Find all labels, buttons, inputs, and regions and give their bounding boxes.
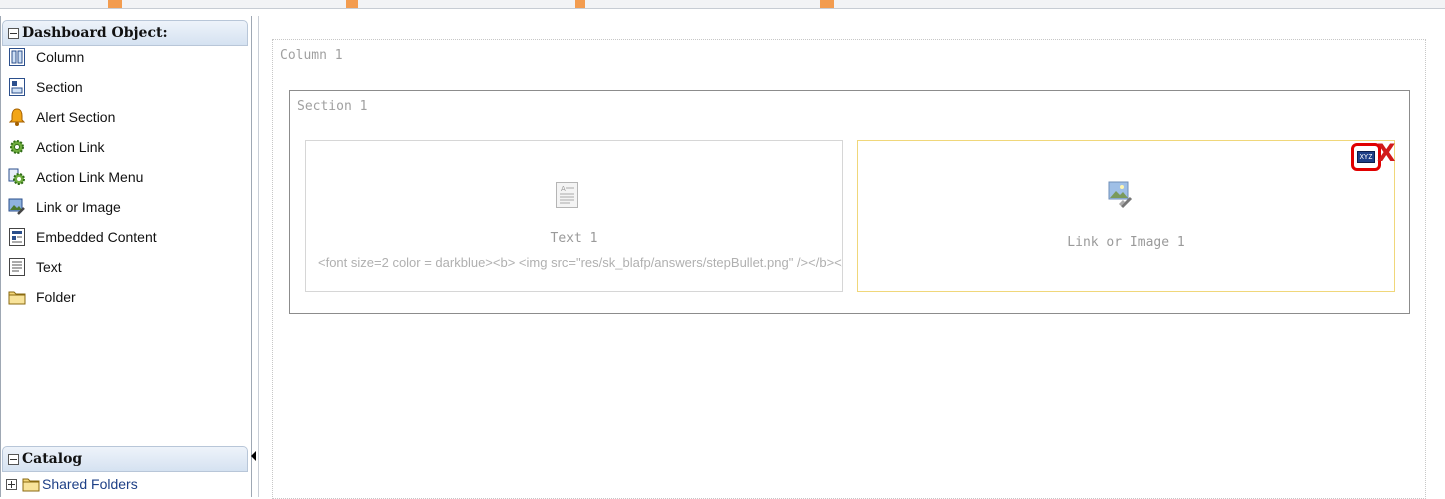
embedded-content-icon [8,228,26,246]
catalog-header[interactable]: Catalog [2,446,248,472]
object-item-text[interactable]: Text [2,252,248,282]
text-object[interactable]: A Text 1 <font size=2 color = darkblue><… [305,140,843,292]
object-item-link-or-image[interactable]: Link or Image [2,192,248,222]
catalog-title: Catalog [22,451,83,467]
top-accent [346,0,358,8]
properties-icon[interactable]: XYZ [1357,151,1375,163]
dashboard-objects-title: Dashboard Object: [22,25,168,41]
object-label: Link or Image [36,199,121,215]
expand-icon[interactable] [6,478,17,490]
object-label: Alert Section [36,109,116,125]
object-label: Folder [36,289,76,305]
object-label: Section [36,79,83,95]
top-accent [820,0,834,8]
collapse-icon[interactable] [8,453,19,465]
link-image-object[interactable]: Link or Image 1 [857,140,1395,292]
object-item-embedded-content[interactable]: Embedded Content [2,222,248,252]
top-accent [108,0,122,8]
object-item-folder[interactable]: Folder [2,282,248,312]
text-object-title: Text 1 [550,231,598,246]
catalog-item-shared-folders[interactable]: Shared Folders [6,474,138,494]
column-icon [8,48,26,66]
object-label: Action Link Menu [36,169,144,185]
column-title: Column 1 [280,48,343,63]
object-label: Column [36,49,85,65]
folder-icon [8,288,26,306]
delete-icon[interactable]: X [1377,141,1397,165]
action-link-icon [8,138,26,156]
top-bar [0,0,1445,9]
folder-icon [22,475,40,493]
bell-icon [8,108,26,126]
action-link-menu-icon [8,168,26,186]
dashboard-objects-list: Column Section Alert Section Action Link… [2,42,248,312]
object-label: Text [36,259,62,275]
link-image-object-title: Link or Image 1 [1067,235,1185,250]
object-item-action-link-menu[interactable]: Action Link Menu [2,162,248,192]
collapse-icon[interactable] [8,27,19,39]
text-icon: A [556,182,578,208]
collapse-panel-arrow-icon[interactable] [251,451,256,461]
text-object-preview: <font size=2 color = darkblue><b> <img s… [318,255,843,270]
object-item-column[interactable]: Column [2,42,248,72]
object-item-action-link[interactable]: Action Link [2,132,248,162]
object-item-alert-section[interactable]: Alert Section [2,102,248,132]
section-icon [8,78,26,96]
svg-text:A: A [561,185,566,193]
top-accent [575,0,585,8]
link-image-icon [1108,181,1133,209]
catalog-item-label: Shared Folders [42,476,138,492]
text-icon [8,258,26,276]
object-label: Embedded Content [36,229,157,245]
object-label: Action Link [36,139,105,155]
link-image-icon [8,198,26,216]
section-title: Section 1 [297,99,368,114]
object-item-section[interactable]: Section [2,72,248,102]
